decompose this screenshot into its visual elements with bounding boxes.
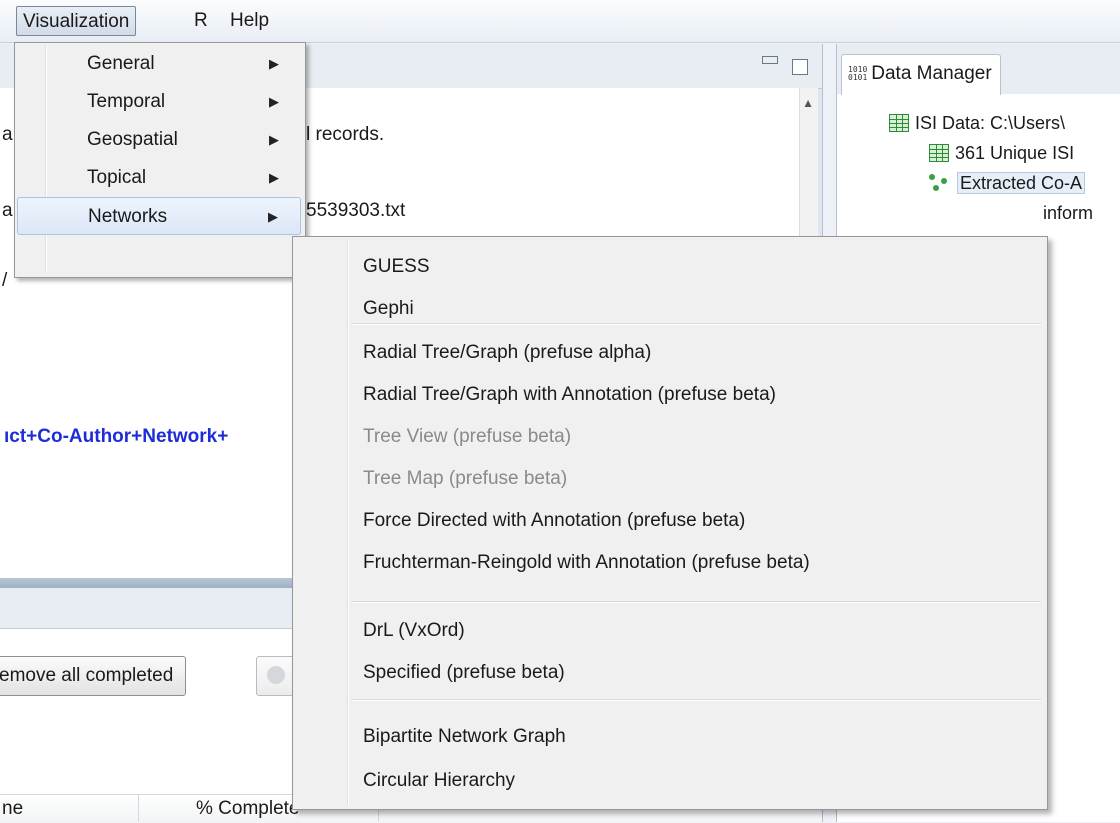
submenu-item-radial-tree-alpha[interactable]: Radial Tree/Graph (prefuse alpha) bbox=[363, 335, 651, 371]
table-icon bbox=[889, 114, 909, 132]
tree-item-information[interactable]: inform bbox=[1043, 200, 1093, 226]
chevron-right-icon: ▶ bbox=[269, 132, 279, 147]
menu-visualization[interactable]: Visualization bbox=[16, 6, 137, 36]
menu-item-networks[interactable]: Networks ▶ bbox=[17, 197, 301, 235]
table-icon bbox=[929, 144, 949, 162]
chevron-right-icon: ▶ bbox=[268, 209, 278, 224]
tab-data-manager[interactable]: 1010 0101 Data Manager bbox=[841, 54, 1001, 95]
menu-item-topical[interactable]: Topical ▶ bbox=[17, 159, 301, 197]
chevron-right-icon: ▶ bbox=[269, 94, 279, 109]
menu-item-temporal[interactable]: Temporal ▶ bbox=[17, 83, 301, 121]
column-complete-header[interactable]: % Complete bbox=[196, 795, 300, 823]
submenu-item-tree-map: Tree Map (prefuse beta) bbox=[363, 468, 568, 489]
chevron-right-icon: ▶ bbox=[269, 170, 279, 185]
minimize-icon[interactable] bbox=[762, 56, 778, 64]
visualization-menu: General ▶ Temporal ▶ Geospatial ▶ Topical ▶ … bbox=[14, 42, 306, 278]
console-link[interactable]: ıct+Co-Author+Network+ bbox=[4, 426, 228, 448]
submenu-item-circular-hierarchy[interactable]: Circular Hierarchy bbox=[363, 763, 515, 799]
menu-help[interactable]: Help bbox=[222, 6, 277, 36]
submenu-item-fruchterman-reingold[interactable]: Fruchterman-Reingold with Annotation (pr… bbox=[363, 545, 810, 581]
console-fragment: / bbox=[2, 270, 8, 291]
networks-submenu: GUESS Gephi Radial Tree/Graph (prefuse a… bbox=[292, 236, 1048, 810]
menu-item-geospatial[interactable]: Geospatial ▶ bbox=[17, 121, 301, 159]
console-line: 5539303.txt bbox=[306, 200, 406, 221]
submenu-item-tree-view: Tree View (prefuse beta) bbox=[363, 426, 572, 447]
submenu-item-bipartite[interactable]: Bipartite Network Graph bbox=[363, 719, 566, 755]
remove-all-completed-button[interactable]: emove all completed bbox=[0, 656, 187, 696]
submenu-gutter bbox=[347, 239, 349, 805]
pause-button[interactable] bbox=[256, 656, 294, 696]
maximize-icon[interactable] bbox=[792, 59, 808, 75]
column-divider[interactable] bbox=[138, 794, 139, 822]
chevron-right-icon: ▶ bbox=[269, 56, 279, 71]
submenu-item-gephi[interactable]: Gephi bbox=[363, 291, 414, 327]
column-name-header[interactable]: ne bbox=[2, 795, 23, 823]
submenu-item-force-directed[interactable]: Force Directed with Annotation (prefuse … bbox=[363, 503, 745, 539]
menu-r[interactable]: R bbox=[186, 6, 216, 36]
submenu-item-guess[interactable]: GUESS bbox=[363, 249, 430, 285]
console-fragment: a bbox=[2, 200, 13, 221]
submenu-item-specified[interactable]: Specified (prefuse beta) bbox=[363, 655, 565, 691]
menu-separator bbox=[351, 601, 1041, 603]
console-line: l records. bbox=[306, 124, 385, 145]
tree-item-isi-data[interactable]: ISI Data: C:\Users\ bbox=[889, 110, 1065, 136]
menu-separator bbox=[351, 323, 1041, 325]
console-fragment: a bbox=[2, 124, 13, 145]
binary-icon: 1010 0101 bbox=[848, 64, 868, 82]
tree-item-unique-isi[interactable]: 361 Unique ISI bbox=[929, 140, 1074, 166]
submenu-item-drl[interactable]: DrL (VxOrd) bbox=[363, 613, 465, 649]
pause-icon bbox=[267, 666, 285, 684]
menu-item-general[interactable]: General ▶ bbox=[17, 45, 301, 83]
tree-item-extracted-coauthor[interactable]: Extracted Co-A bbox=[929, 170, 1086, 196]
menu-bar: Visualization R Help bbox=[0, 0, 1120, 43]
menu-separator bbox=[351, 699, 1041, 701]
scroll-up-icon[interactable]: ▲ bbox=[802, 96, 814, 110]
data-manager-tabbar: 1010 0101 Data Manager bbox=[837, 44, 1120, 95]
network-icon bbox=[929, 174, 951, 192]
submenu-item-radial-tree-annotation[interactable]: Radial Tree/Graph with Annotation (prefu… bbox=[363, 377, 776, 413]
